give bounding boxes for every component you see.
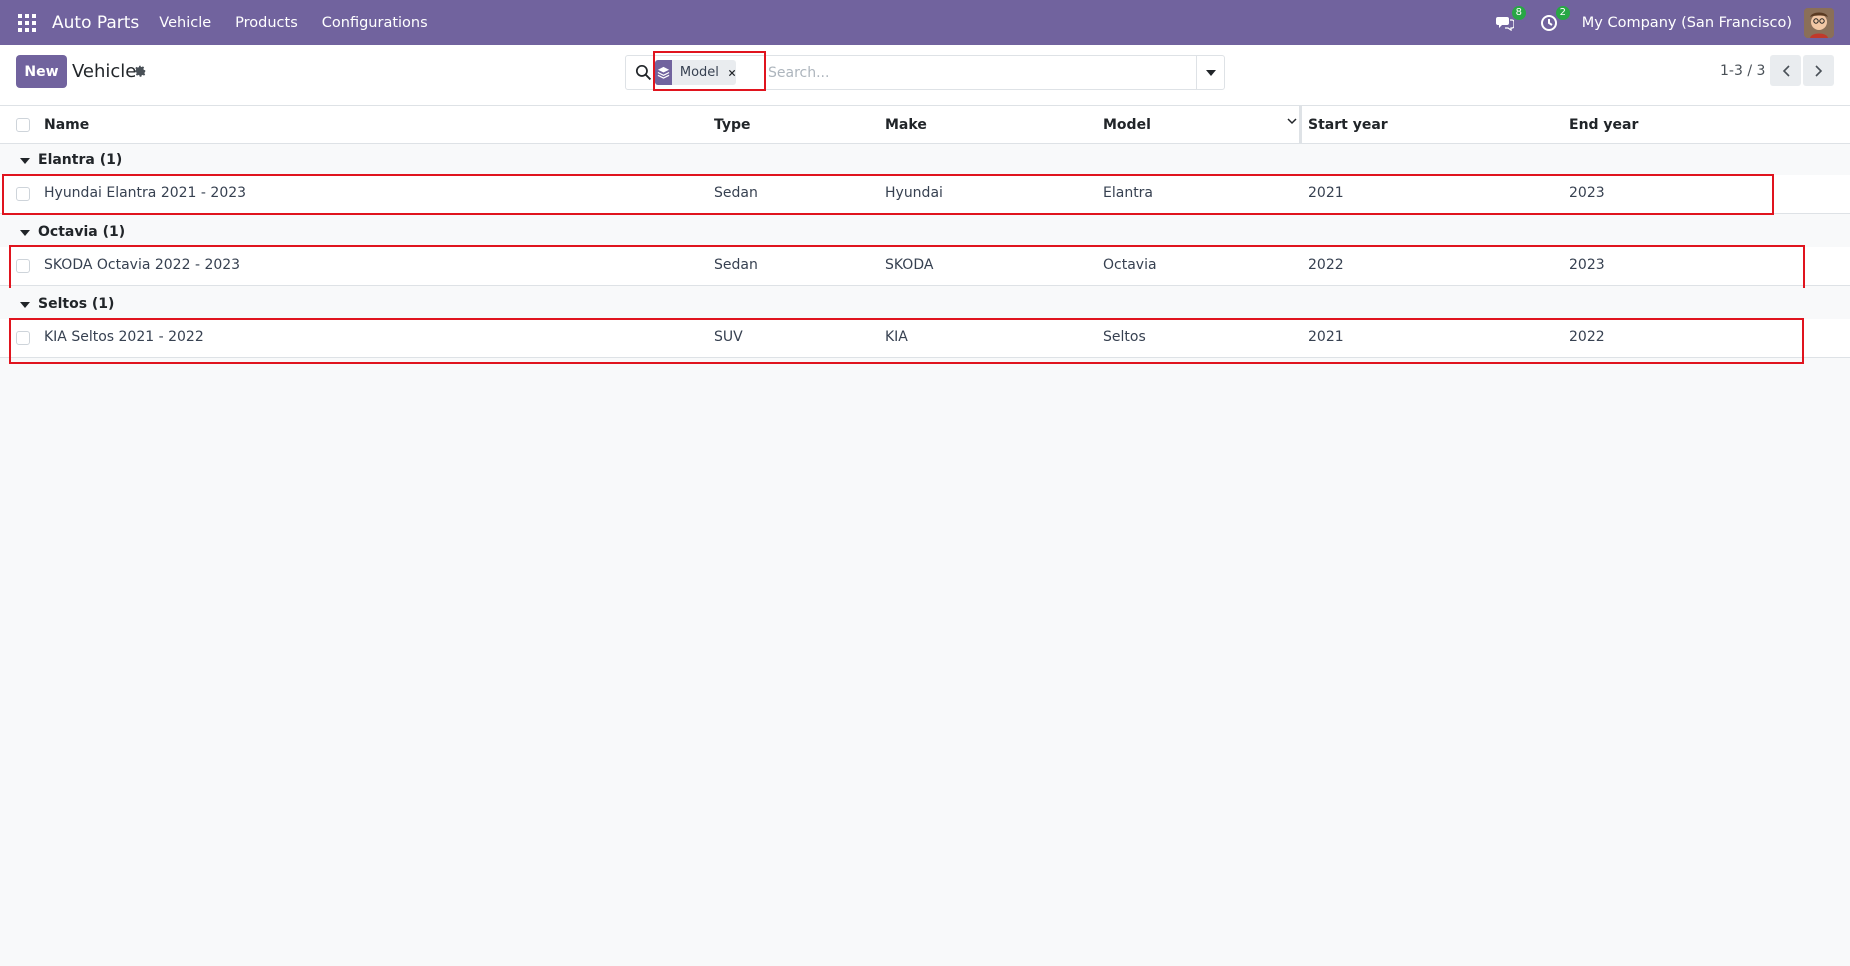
column-header-start-year[interactable]: Start year: [1308, 117, 1388, 133]
cell-start-year: 2021: [1308, 185, 1344, 201]
messages-count-badge: 8: [1511, 5, 1526, 20]
caret-down-icon: [20, 230, 30, 236]
cell-model: Seltos: [1103, 329, 1146, 345]
caret-down-icon: [1205, 69, 1216, 76]
search-icon[interactable]: [635, 64, 652, 81]
pager-previous-button[interactable]: [1770, 55, 1801, 86]
chevron-right-icon: [1814, 64, 1822, 77]
row-checkbox[interactable]: [16, 331, 30, 345]
user-avatar-image: [1804, 7, 1834, 38]
cell-start-year: 2021: [1308, 329, 1344, 345]
row-checkbox[interactable]: [16, 259, 30, 273]
cell-make: KIA: [885, 329, 908, 345]
cell-name: Hyundai Elantra 2021 - 2023: [44, 185, 247, 201]
page-title: Vehicle: [72, 61, 137, 82]
facet-label: Model: [679, 65, 719, 80]
menu-item-products[interactable]: Products: [235, 15, 298, 31]
top-navbar: Auto Parts Vehicle Products Configuratio…: [0, 0, 1850, 45]
search-options-toggle[interactable]: [1196, 56, 1224, 89]
cell-model: Octavia: [1103, 257, 1157, 273]
column-resizer[interactable]: [1299, 106, 1302, 144]
search-bar: Model: [625, 55, 1225, 90]
cell-end-year: 2022: [1569, 329, 1605, 345]
chevron-left-icon: [1782, 64, 1790, 77]
search-facet-groupby[interactable]: Model: [655, 60, 736, 85]
app-brand[interactable]: Auto Parts: [52, 13, 139, 33]
cell-end-year: 2023: [1569, 185, 1605, 201]
cell-start-year: 2022: [1308, 257, 1344, 273]
new-button[interactable]: New: [16, 55, 67, 88]
row-checkbox[interactable]: [16, 187, 30, 201]
cell-type: Sedan: [714, 257, 758, 273]
clock-icon: [1540, 14, 1557, 31]
column-header-end-year[interactable]: End year: [1569, 117, 1638, 133]
column-header-type[interactable]: Type: [714, 117, 751, 133]
cell-model: Elantra: [1103, 185, 1154, 201]
group-row-seltos[interactable]: Seltos (1): [0, 288, 1850, 322]
caret-down-icon: [20, 302, 30, 308]
messages-button[interactable]: 8: [1494, 5, 1526, 34]
group-row-octavia[interactable]: Octavia (1): [0, 216, 1850, 250]
cell-type: SUV: [714, 329, 743, 345]
activities-count-badge: 2: [1555, 5, 1570, 20]
column-header-name[interactable]: Name: [44, 117, 89, 133]
sort-chevron-down-icon[interactable]: [1286, 115, 1298, 127]
caret-down-icon: [20, 158, 30, 164]
group-row-elantra[interactable]: Elantra (1): [0, 144, 1850, 178]
cell-name: SKODA Octavia 2022 - 2023: [44, 257, 241, 273]
group-label: Elantra (1): [38, 152, 123, 168]
navbar-systray: 8 2 My Company (San Francisco): [1494, 5, 1850, 38]
company-switcher[interactable]: My Company (San Francisco): [1582, 15, 1792, 31]
menu-item-configurations[interactable]: Configurations: [322, 15, 428, 31]
select-all-checkbox[interactable]: [16, 118, 30, 132]
group-label: Seltos (1): [38, 296, 115, 312]
table-row[interactable]: KIA Seltos 2021 - 2022 SUV KIA Seltos 20…: [0, 319, 1850, 358]
table-row[interactable]: SKODA Octavia 2022 - 2023 Sedan SKODA Oc…: [0, 247, 1850, 286]
chat-bubbles-icon: [1495, 16, 1514, 31]
pager-next-button[interactable]: [1803, 55, 1834, 86]
column-header-make[interactable]: Make: [885, 117, 927, 133]
close-icon[interactable]: [728, 67, 736, 79]
cell-make: Hyundai: [885, 185, 943, 201]
pager-value[interactable]: 1-3 / 3: [1720, 63, 1765, 79]
gear-icon[interactable]: [133, 64, 147, 78]
user-avatar[interactable]: [1804, 7, 1834, 38]
menu-item-vehicle[interactable]: Vehicle: [159, 15, 211, 31]
cell-name: KIA Seltos 2021 - 2022: [44, 329, 204, 345]
column-header-model[interactable]: Model: [1103, 117, 1151, 133]
list-header: Name Type Make Model Start year End year: [0, 106, 1850, 144]
control-panel: New Vehicle Model 1-3 / 3: [0, 45, 1850, 106]
cell-make: SKODA: [885, 257, 934, 273]
activities-button[interactable]: 2: [1538, 5, 1570, 34]
apps-grid-icon[interactable]: [18, 13, 36, 32]
search-input[interactable]: [768, 61, 1168, 84]
table-row[interactable]: Hyundai Elantra 2021 - 2023 Sedan Hyunda…: [0, 175, 1850, 214]
cell-end-year: 2023: [1569, 257, 1605, 273]
group-label: Octavia (1): [38, 224, 126, 240]
cell-type: Sedan: [714, 185, 758, 201]
layers-icon: [655, 60, 672, 85]
